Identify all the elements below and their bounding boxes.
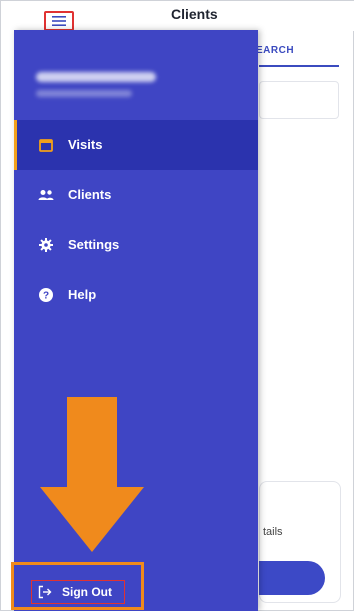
- hamburger-menu-button[interactable]: [44, 11, 74, 31]
- tab-active-underline: [259, 65, 339, 67]
- nav-item-visits[interactable]: Visits: [14, 120, 258, 170]
- gear-icon: [38, 237, 54, 253]
- nav-item-settings[interactable]: Settings: [14, 220, 258, 270]
- nav-item-label: Visits: [68, 137, 103, 152]
- nav-item-help[interactable]: ? Help: [14, 270, 258, 320]
- calendar-icon: [38, 137, 54, 153]
- profile-subtitle-blurred: [36, 90, 132, 97]
- card-text: tails: [263, 526, 283, 538]
- nav-item-label: Settings: [68, 237, 120, 252]
- page-title: Clients: [171, 6, 218, 22]
- top-bar: Clients: [1, 1, 354, 31]
- people-icon: [38, 187, 54, 203]
- down-arrow-annotation-icon: [40, 397, 144, 552]
- svg-text:?: ?: [43, 291, 49, 302]
- tab-search[interactable]: EARCH: [256, 45, 294, 56]
- hamburger-menu-icon: [52, 16, 66, 26]
- card-action-button[interactable]: [259, 561, 325, 595]
- nav-item-label: Help: [68, 287, 97, 302]
- nav-item-clients[interactable]: Clients: [14, 170, 258, 220]
- search-input[interactable]: [259, 81, 339, 119]
- help-icon: ?: [38, 287, 54, 303]
- sign-out-button[interactable]: Sign Out: [31, 580, 125, 604]
- nav-item-label: Clients: [68, 187, 112, 202]
- sign-out-icon: [38, 585, 52, 599]
- sign-out-label: Sign Out: [62, 585, 112, 599]
- profile-name-blurred: [36, 72, 156, 82]
